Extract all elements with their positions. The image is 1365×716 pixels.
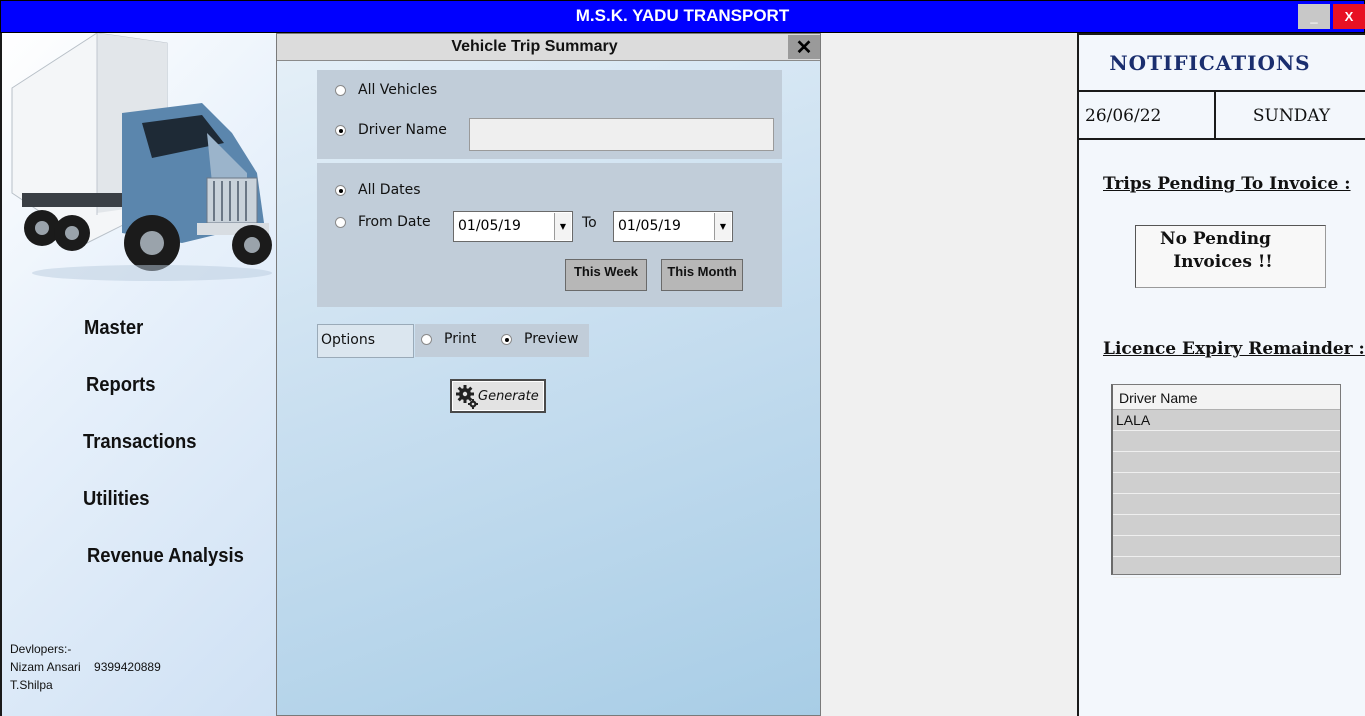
generate-button[interactable]: Generate <box>450 379 546 413</box>
table-row[interactable] <box>1113 494 1340 515</box>
preview-radio[interactable] <box>501 333 512 345</box>
notifications-panel: NOTIFICATIONS 26/06/22 SUNDAY Trips Pend… <box>1077 33 1365 716</box>
table-row[interactable] <box>1113 431 1340 452</box>
close-button[interactable]: X <box>1333 4 1365 29</box>
licence-expiry-table[interactable]: Driver Name LALA <box>1111 384 1341 578</box>
to-date-picker[interactable]: 01/05/19 ▼ <box>613 211 733 242</box>
all-vehicles-radio[interactable] <box>335 84 346 96</box>
title-bar: M.S.K. YADU TRANSPORT _ X <box>0 0 1365 33</box>
to-date-value: 01/05/19 <box>618 218 681 234</box>
table-row[interactable] <box>1113 536 1340 557</box>
table-row[interactable] <box>1113 557 1340 578</box>
developers-heading: Devlopers:- <box>10 642 72 656</box>
table-row[interactable] <box>1113 515 1340 536</box>
pending-invoices-box: No Pending Invoices !! <box>1135 225 1326 288</box>
nav-utilities[interactable]: Utilities <box>83 488 149 511</box>
from-date-picker[interactable]: 01/05/19 ▼ <box>453 211 573 242</box>
table-row[interactable]: LALA <box>1113 410 1340 431</box>
this-week-button[interactable]: This Week <box>565 259 647 291</box>
licence-expiry-title: Licence Expiry Remainder : <box>1103 339 1365 359</box>
preview-label: Preview <box>524 331 579 347</box>
vehicle-filter-panel: All Vehicles Driver Name <box>317 70 782 159</box>
preview-option[interactable]: Preview <box>501 331 579 347</box>
to-label: To <box>582 215 597 231</box>
pending-line-2: Invoices !! <box>1173 252 1273 272</box>
pending-line-1: No Pending <box>1160 229 1271 249</box>
table-row[interactable] <box>1113 452 1340 473</box>
date-filter-panel: All Dates From Date 01/05/19 ▼ To 01/05/… <box>317 163 782 307</box>
nav-master[interactable]: Master <box>84 317 143 340</box>
table-row[interactable] <box>1113 473 1340 494</box>
dialog-title-bar: Vehicle Trip Summary ✕ <box>277 34 820 61</box>
dialog-close-icon[interactable]: ✕ <box>788 35 820 59</box>
all-vehicles-label: All Vehicles <box>358 82 438 98</box>
nav-reports[interactable]: Reports <box>86 374 156 397</box>
chevron-down-icon[interactable]: ▼ <box>714 213 731 240</box>
developer-1: Nizam Ansari 9399420889 <box>10 660 161 674</box>
driver-name-field[interactable] <box>469 118 774 151</box>
notifications-title: NOTIFICATIONS <box>1109 51 1311 75</box>
from-date-value: 01/05/19 <box>458 218 521 234</box>
all-vehicles-option[interactable]: All Vehicles <box>335 82 437 98</box>
driver-name-option[interactable]: Driver Name <box>335 122 447 138</box>
developer-2: T.Shilpa <box>10 678 53 692</box>
truck-image <box>11 33 272 281</box>
from-date-label: From Date <box>358 214 431 230</box>
driver-name-radio[interactable] <box>335 124 346 136</box>
nav-transactions[interactable]: Transactions <box>83 431 197 454</box>
trips-pending-title: Trips Pending To Invoice : <box>1103 174 1351 194</box>
dialog-title: Vehicle Trip Summary <box>451 38 618 55</box>
all-dates-radio[interactable] <box>335 184 346 196</box>
chevron-down-icon[interactable]: ▼ <box>554 213 571 240</box>
nav-revenue-analysis[interactable]: Revenue Analysis <box>87 545 244 568</box>
all-dates-label: All Dates <box>358 182 421 198</box>
sidebar: Master Reports Transactions Utilities Re… <box>0 33 276 716</box>
print-radio[interactable] <box>421 333 432 345</box>
from-date-radio[interactable] <box>335 216 346 228</box>
gear-icon <box>456 385 478 409</box>
table-header-driver-name: Driver Name <box>1113 385 1340 410</box>
minimize-button[interactable]: _ <box>1298 4 1330 29</box>
options-box: Options <box>317 324 414 358</box>
app-title: M.S.K. YADU TRANSPORT <box>575 6 790 25</box>
this-month-button[interactable]: This Month <box>661 259 743 291</box>
notification-day: SUNDAY <box>1214 90 1365 140</box>
notification-date: 26/06/22 <box>1079 90 1214 140</box>
options-label: Options <box>321 332 376 348</box>
from-date-option[interactable]: From Date <box>335 214 431 230</box>
print-option[interactable]: Print <box>421 331 476 347</box>
print-label: Print <box>444 331 477 347</box>
driver-name-label: Driver Name <box>358 122 447 138</box>
output-options-panel: Print Preview <box>415 324 589 357</box>
all-dates-option[interactable]: All Dates <box>335 182 421 198</box>
generate-label: Generate <box>478 389 539 404</box>
vehicle-trip-summary-dialog: Vehicle Trip Summary ✕ All Vehicles Driv… <box>276 33 821 716</box>
